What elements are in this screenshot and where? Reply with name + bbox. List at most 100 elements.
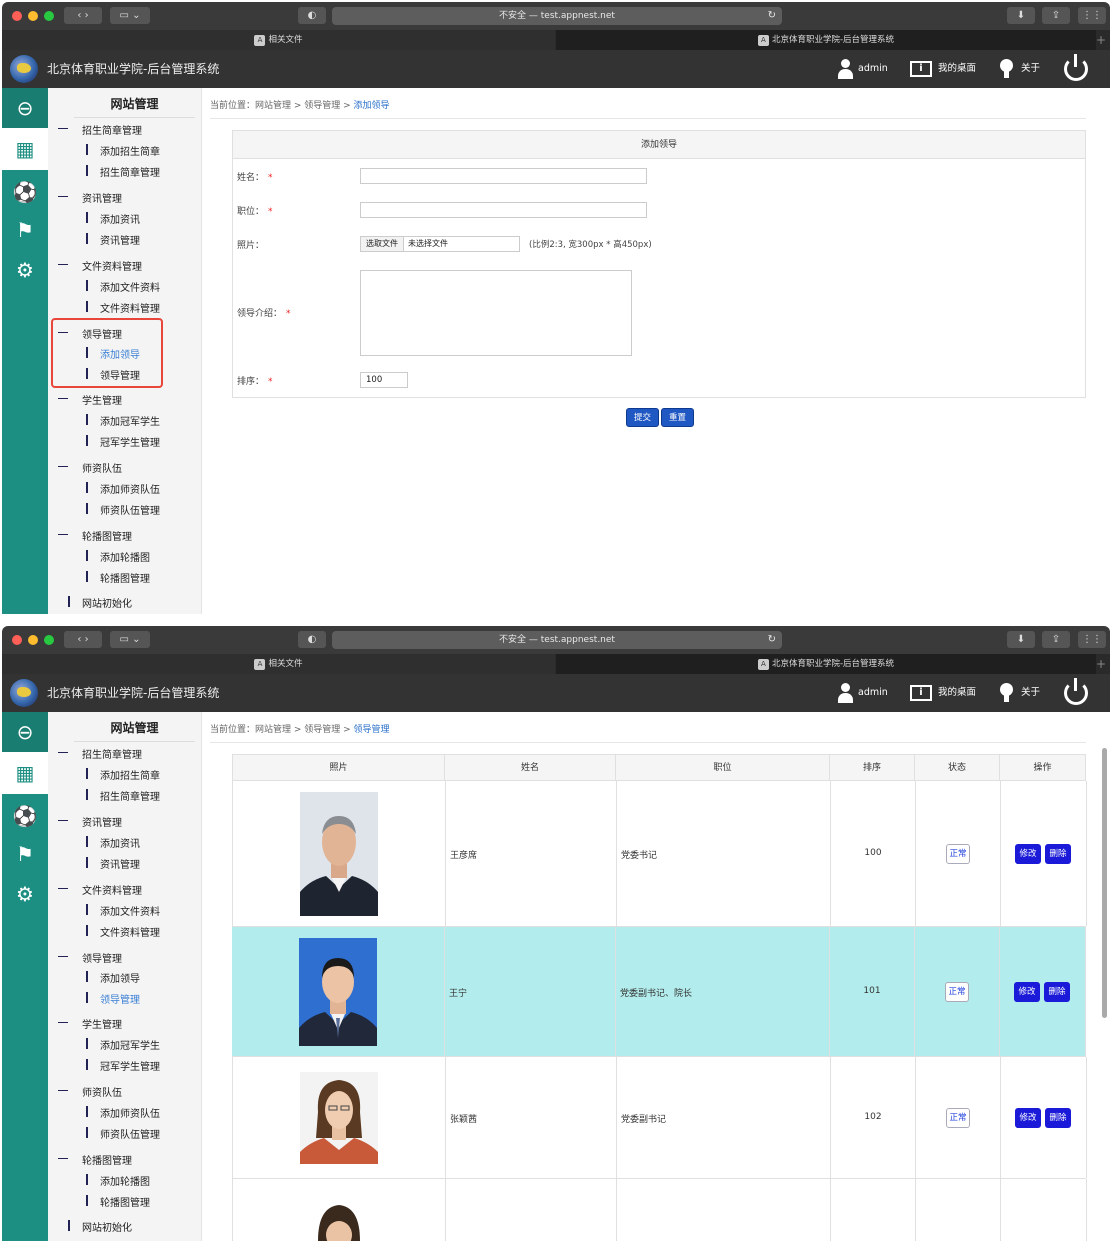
submit-button[interactable]: 提交 — [626, 408, 660, 427]
user-menu[interactable]: admin — [838, 674, 888, 712]
table-row[interactable]: 王彦席 党委书记 100 正常 修改 删除 — [232, 781, 1087, 927]
close-window-dot[interactable] — [12, 11, 22, 21]
shield-icon[interactable]: ◐ — [298, 631, 326, 648]
menu-item-news-manage[interactable]: 资讯管理 — [86, 856, 140, 871]
menu-item-student-manage[interactable]: 冠军学生管理 — [86, 434, 160, 449]
menu-item-news-manage[interactable]: 资讯管理 — [86, 232, 140, 247]
status-badge[interactable]: 正常 — [945, 981, 969, 1002]
back-forward-icon[interactable]: ‹ › — [64, 631, 102, 648]
about-link[interactable]: 关于 — [1000, 674, 1040, 712]
status-badge[interactable]: 正常 — [946, 1107, 970, 1128]
menu-item-faculty-manage[interactable]: 师资队伍管理 — [86, 1126, 160, 1141]
menu-item-add-student[interactable]: 添加冠军学生 — [86, 1037, 160, 1052]
sidebar-toggle-icon[interactable]: ▭ ⌄ — [110, 7, 150, 24]
name-input[interactable] — [360, 168, 647, 184]
about-link[interactable]: 关于 — [1000, 50, 1040, 88]
my-desktop-link[interactable]: i 我的桌面 — [910, 674, 976, 712]
delete-button[interactable]: 删除 — [1045, 1107, 1071, 1128]
menu-item-add-faculty[interactable]: 添加师资队伍 — [86, 481, 160, 496]
intro-textarea[interactable] — [360, 270, 632, 356]
menu-item-admission-manage[interactable]: 招生简章管理 — [86, 788, 160, 803]
photo-file-input[interactable]: 选取文件 未选择文件 — [360, 236, 520, 252]
menu-group-files[interactable]: 文件资料管理 — [58, 882, 142, 897]
sidebar-toggle-icon[interactable]: ▭ ⌄ — [110, 631, 150, 648]
table-row[interactable]: 王宁 党委副书记、院长 101 正常 修改 删除 — [232, 927, 1086, 1057]
tab-admin-system[interactable]: A 北京体育职业学院-后台管理系统 — [556, 654, 1096, 674]
settings-gear-icon[interactable]: ⚙ — [11, 256, 39, 284]
menu-item-add-admission[interactable]: 添加招生简章 — [86, 767, 160, 782]
menu-group-carousel[interactable]: 轮播图管理 — [58, 528, 132, 543]
menu-item-add-admission[interactable]: 添加招生简章 — [86, 143, 160, 158]
table-row[interactable] — [232, 1179, 1087, 1241]
status-badge[interactable]: 正常 — [946, 843, 970, 864]
menu-group-admissions[interactable]: 招生简章管理 — [58, 746, 142, 761]
reload-icon[interactable]: ↻ — [768, 631, 776, 649]
menu-item-add-carousel[interactable]: 添加轮播图 — [86, 1173, 150, 1188]
reload-icon[interactable]: ↻ — [768, 7, 776, 25]
football-icon[interactable]: ⚽ — [11, 178, 39, 206]
menu-group-carousel[interactable]: 轮播图管理 — [58, 1152, 132, 1167]
menu-item-file-manage[interactable]: 文件资料管理 — [86, 924, 160, 939]
tab-related-files[interactable]: A 相关文件 — [2, 30, 555, 50]
menu-item-admission-manage[interactable]: 招生简章管理 — [86, 164, 160, 179]
menu-item-add-file[interactable]: 添加文件资料 — [86, 903, 160, 918]
share-icon[interactable]: ⇪ — [1042, 631, 1070, 648]
zoom-window-dot[interactable] — [44, 635, 54, 645]
menu-group-leaders[interactable]: 领导管理 — [58, 950, 122, 965]
back-forward-icon[interactable]: ‹ › — [64, 7, 102, 24]
close-window-dot[interactable] — [12, 635, 22, 645]
menu-item-site-init[interactable]: 网站初始化 — [68, 595, 132, 610]
menu-item-faculty-manage[interactable]: 师资队伍管理 — [86, 502, 160, 517]
grid-menu-icon[interactable]: ⋮⋮ — [1078, 7, 1106, 24]
menu-group-students[interactable]: 学生管理 — [58, 1016, 122, 1031]
address-bar[interactable]: 不安全 — test.appnest.net ↻ — [332, 7, 782, 25]
collapse-arrow-icon[interactable]: ⊖ — [11, 718, 39, 746]
menu-group-faculty[interactable]: 师资队伍 — [58, 460, 122, 475]
menu-item-add-faculty[interactable]: 添加师资队伍 — [86, 1105, 160, 1120]
power-icon[interactable] — [1064, 678, 1088, 705]
menu-item-file-manage[interactable]: 文件资料管理 — [86, 300, 160, 315]
menu-item-leader-manage[interactable]: 领导管理 — [86, 991, 140, 1006]
menu-item-student-manage[interactable]: 冠军学生管理 — [86, 1058, 160, 1073]
dashboard-grid-icon[interactable]: ▦ — [11, 135, 39, 163]
table-row[interactable]: 张颖茜 党委副书记 102 正常 修改 删除 — [232, 1057, 1087, 1179]
download-icon[interactable]: ⬇ — [1007, 7, 1035, 24]
delete-button[interactable]: 删除 — [1045, 843, 1071, 864]
my-desktop-link[interactable]: i 我的桌面 — [910, 50, 976, 88]
menu-group-news[interactable]: 资讯管理 — [58, 814, 122, 829]
edit-button[interactable]: 修改 — [1014, 981, 1040, 1002]
dashboard-grid-icon[interactable]: ▦ — [11, 759, 39, 787]
menu-item-add-student[interactable]: 添加冠军学生 — [86, 413, 160, 428]
settings-gear-icon[interactable]: ⚙ — [11, 880, 39, 908]
scrollbar[interactable] — [1102, 748, 1107, 1018]
minimize-window-dot[interactable] — [28, 635, 38, 645]
menu-item-add-leader[interactable]: 添加领导 — [86, 970, 140, 985]
tab-related-files[interactable]: A 相关文件 — [2, 654, 555, 674]
new-tab-icon[interactable]: + — [1096, 30, 1106, 50]
download-icon[interactable]: ⬇ — [1007, 631, 1035, 648]
menu-item-add-carousel[interactable]: 添加轮播图 — [86, 549, 150, 564]
zoom-window-dot[interactable] — [44, 11, 54, 21]
power-icon[interactable] — [1064, 54, 1088, 81]
menu-item-carousel-manage[interactable]: 轮播图管理 — [86, 570, 150, 585]
runner-icon[interactable]: ⚑ — [11, 216, 39, 244]
new-tab-icon[interactable]: + — [1096, 654, 1106, 674]
position-input[interactable] — [360, 202, 647, 218]
edit-button[interactable]: 修改 — [1015, 1107, 1041, 1128]
user-menu[interactable]: admin — [838, 50, 888, 88]
tab-admin-system[interactable]: A 北京体育职业学院-后台管理系统 — [556, 30, 1096, 50]
football-icon[interactable]: ⚽ — [11, 802, 39, 830]
menu-item-add-news[interactable]: 添加资讯 — [86, 835, 140, 850]
minimize-window-dot[interactable] — [28, 11, 38, 21]
menu-item-carousel-manage[interactable]: 轮播图管理 — [86, 1194, 150, 1209]
runner-icon[interactable]: ⚑ — [11, 840, 39, 868]
menu-group-students[interactable]: 学生管理 — [58, 392, 122, 407]
sort-input[interactable]: 100 — [360, 372, 408, 388]
choose-file-button[interactable]: 选取文件 — [361, 237, 404, 251]
share-icon[interactable]: ⇪ — [1042, 7, 1070, 24]
shield-icon[interactable]: ◐ — [298, 7, 326, 24]
edit-button[interactable]: 修改 — [1015, 843, 1041, 864]
delete-button[interactable]: 删除 — [1044, 981, 1070, 1002]
menu-item-add-file[interactable]: 添加文件资料 — [86, 279, 160, 294]
menu-group-files[interactable]: 文件资料管理 — [58, 258, 142, 273]
